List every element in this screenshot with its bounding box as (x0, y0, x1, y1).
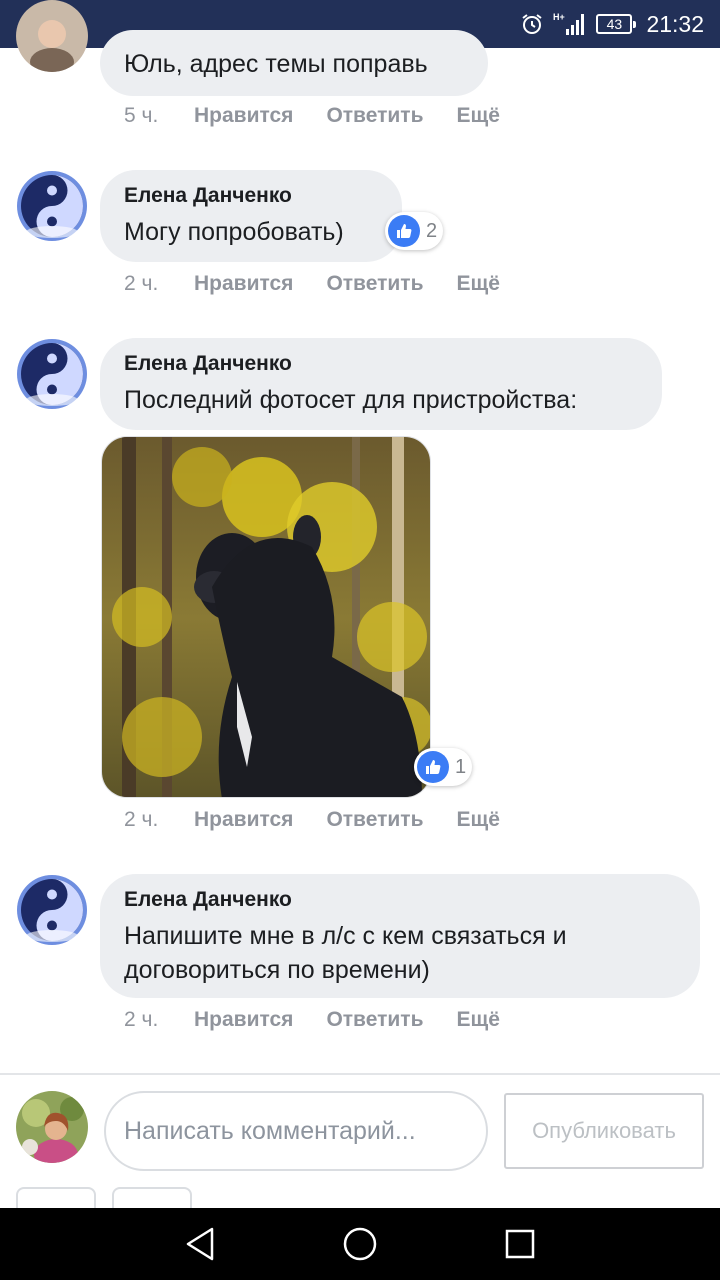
more-link[interactable]: Ещё (456, 808, 499, 832)
comment-time: 5 ч. (124, 104, 159, 127)
comment-actions: 2 ч. Нравится Ответить Ещё (124, 272, 533, 296)
comment-input-box[interactable] (104, 1091, 488, 1171)
comment-bubble: Юль, адрес темы поправь (100, 30, 488, 96)
publish-button[interactable]: Опубликовать (504, 1093, 704, 1169)
thumbs-up-icon (417, 751, 449, 783)
reply-link[interactable]: Ответить (326, 808, 423, 832)
home-icon[interactable] (340, 1224, 380, 1264)
comment-time: 2 ч. (124, 1008, 159, 1031)
thumbs-up-icon (388, 215, 420, 247)
reply-link[interactable]: Ответить (326, 104, 423, 128)
more-link[interactable]: Ещё (456, 1008, 499, 1032)
comment-bubble: Елена Данченко Последний фотосет для при… (100, 338, 662, 430)
reply-link[interactable]: Ответить (326, 1008, 423, 1032)
comment-time: 2 ч. (124, 272, 159, 295)
comment-2: Елена Данченко Могу попробовать) 2 2 ч. … (0, 168, 720, 308)
comment-text-line-2: договориться по времени) (124, 956, 430, 984)
comment-text: Последний фотосет для пристройства: (124, 386, 578, 414)
current-user-avatar (16, 1091, 88, 1163)
like-link[interactable]: Нравится (194, 1008, 293, 1032)
composer-divider (0, 1073, 720, 1075)
comment-author[interactable]: Елена Данченко (124, 888, 292, 912)
avatar[interactable] (16, 0, 88, 72)
photo-reaction-badge[interactable]: 1 (414, 748, 473, 786)
reply-link[interactable]: Ответить (326, 272, 423, 296)
avatar[interactable] (16, 338, 88, 410)
more-link[interactable]: Ещё (456, 272, 499, 296)
recents-icon[interactable] (500, 1224, 540, 1264)
avatar[interactable] (16, 874, 88, 946)
back-icon[interactable] (180, 1224, 220, 1264)
comment-bubble: Елена Данченко Напишите мне в л/с с кем … (100, 874, 700, 998)
like-link[interactable]: Нравится (194, 272, 293, 296)
comment-text: Юль, адрес темы поправь (124, 50, 428, 78)
reaction-count: 2 (426, 219, 438, 242)
avatar[interactable] (16, 170, 88, 242)
comment-bubble: Елена Данченко Могу попробовать) (100, 170, 402, 262)
comment-actions: 2 ч. Нравится Ответить Ещё (124, 808, 533, 832)
reaction-count: 1 (455, 755, 467, 778)
comment-time: 2 ч. (124, 808, 159, 831)
system-nav-bar (0, 1208, 720, 1280)
comment-text: Могу попробовать) (124, 218, 344, 246)
like-link[interactable]: Нравится (194, 104, 293, 128)
comment-input[interactable] (106, 1093, 486, 1169)
comment-actions: 2 ч. Нравится Ответить Ещё (124, 1008, 533, 1032)
like-link[interactable]: Нравится (194, 808, 293, 832)
comment-4: Елена Данченко Напишите мне в л/с с кем … (0, 872, 720, 1052)
more-link[interactable]: Ещё (456, 104, 499, 128)
attached-photo[interactable] (101, 436, 431, 798)
comment-author[interactable]: Елена Данченко (124, 184, 292, 208)
comment-text-line-1: Напишите мне в л/с с кем связаться и (124, 922, 567, 950)
comment-author[interactable]: Елена Данченко (124, 352, 292, 376)
comment-1: Юль, адрес темы поправь 5 ч. Нравится От… (0, 0, 720, 150)
comment-actions: 5 ч. Нравится Ответить Ещё (124, 104, 533, 128)
reaction-badge[interactable]: 2 (385, 212, 444, 250)
